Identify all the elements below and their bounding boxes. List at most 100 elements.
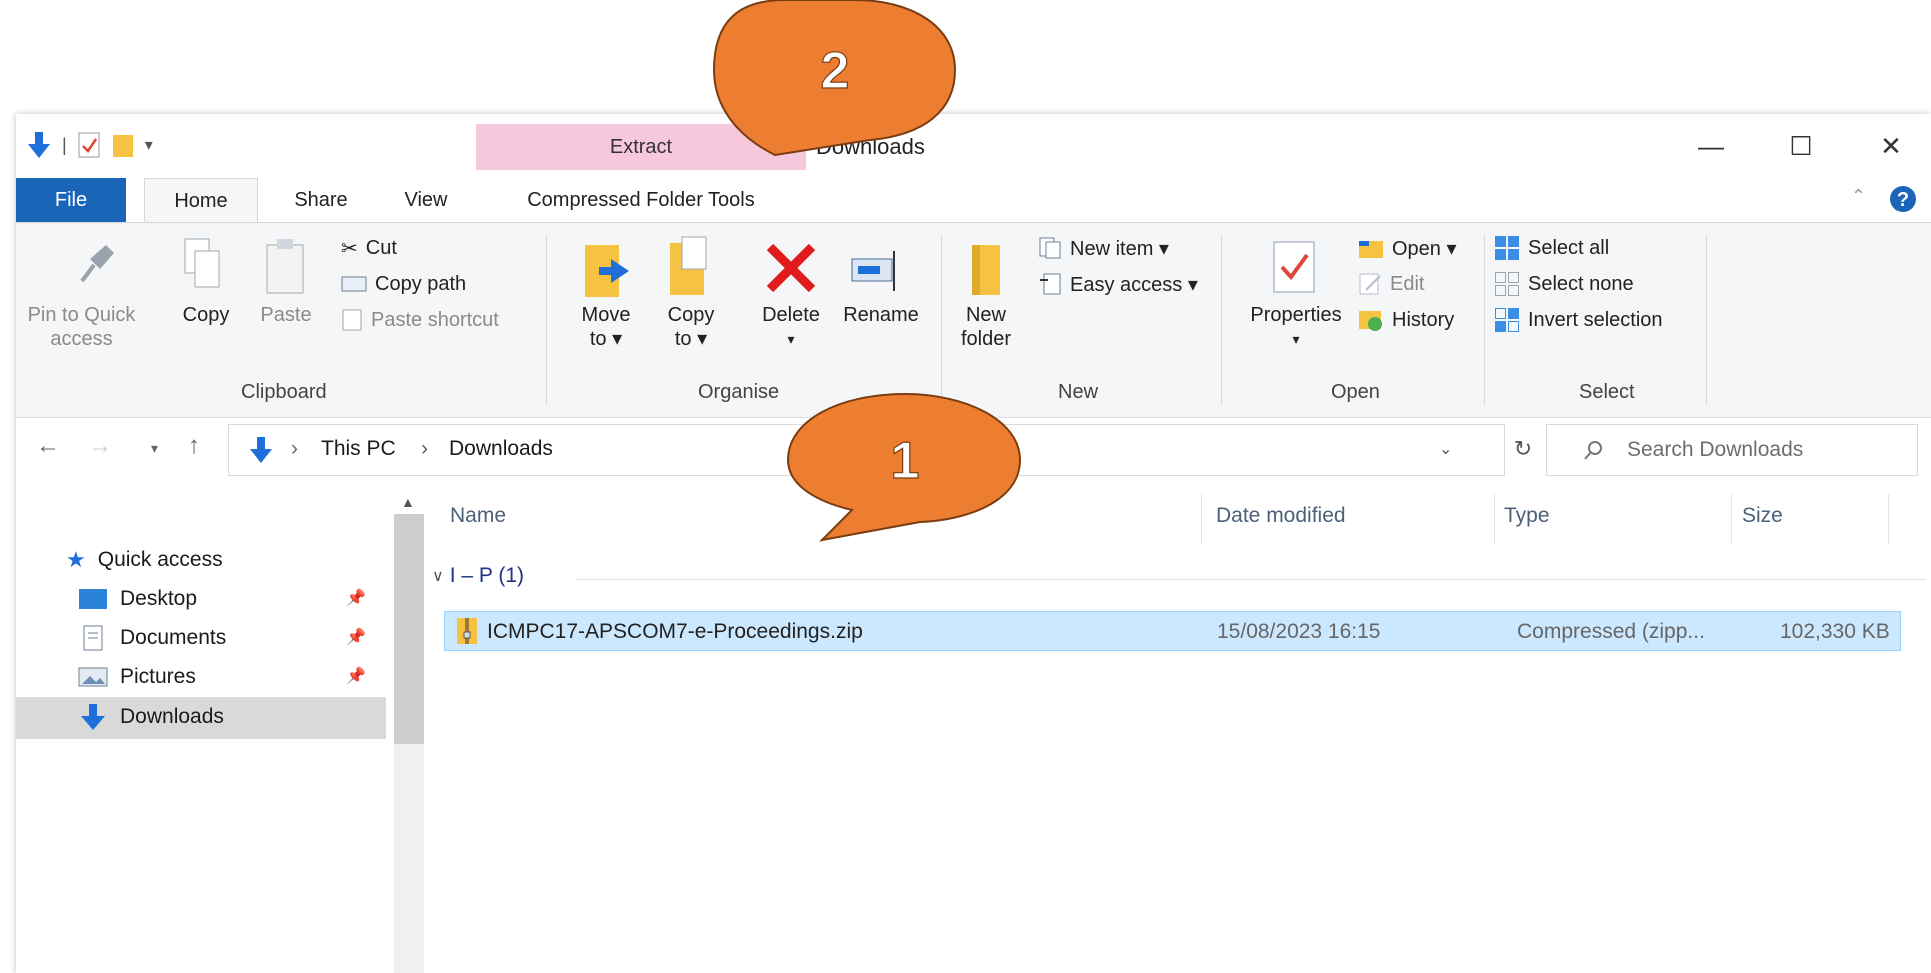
nav-label: Pictures <box>120 665 196 688</box>
open-button[interactable]: Open ▾ <box>1358 233 1457 263</box>
breadcrumb-separator: › <box>291 437 298 460</box>
address-dropdown-icon[interactable]: ⌄ <box>1439 439 1452 459</box>
zip-folder-icon <box>457 618 477 644</box>
file-size: 102,330 KB <box>1780 620 1890 643</box>
select-all-button[interactable]: Select all <box>1494 233 1609 263</box>
breadcrumb-this-pc[interactable]: This PC <box>321 437 396 461</box>
copy-button[interactable]: Copy <box>176 303 236 327</box>
column-header-name[interactable]: Name <box>450 504 506 528</box>
pin-line2: access <box>50 328 113 350</box>
select-none-label: Select none <box>1528 272 1634 295</box>
edit-button[interactable]: Edit <box>1358 269 1424 299</box>
pin-line1: Pin to Quick <box>27 304 136 326</box>
delete-label: Delete <box>762 304 820 326</box>
ribbon: Pin to Quick access Copy Paste ✂ Cut Cop… <box>16 222 1931 418</box>
back-button[interactable]: ← <box>36 432 60 460</box>
new-item-button[interactable]: New item ▾ <box>1038 233 1169 263</box>
select-none-button[interactable]: Select none <box>1494 269 1634 299</box>
documents-icon <box>83 625 103 651</box>
rename-button[interactable]: Rename <box>836 303 926 327</box>
properties-icon <box>1273 241 1315 293</box>
column-header-size[interactable]: Size <box>1742 504 1783 528</box>
pin-to-quick-access-button[interactable]: Pin to Quick access <box>24 303 139 351</box>
maximize-button[interactable]: ☐ <box>1771 126 1831 166</box>
new-folder-icon[interactable] <box>111 131 135 159</box>
group-label: I – P (1) <box>449 564 525 587</box>
search-box[interactable]: Search Downloads <box>1546 424 1918 476</box>
properties-arrow: ▾ <box>1292 331 1300 347</box>
open-folder-icon <box>1359 241 1383 258</box>
move-to-button[interactable]: Move to ▾ <box>571 303 641 351</box>
delete-button[interactable]: Delete ▾ <box>751 303 831 351</box>
scroll-up-icon[interactable]: ▲ <box>401 494 415 510</box>
rename-icon <box>851 251 895 291</box>
column-divider[interactable] <box>1494 494 1495 544</box>
open-label: Open ▾ <box>1392 237 1457 260</box>
nav-item-documents[interactable]: Documents <box>78 618 226 658</box>
properties-label: Properties <box>1250 304 1342 326</box>
nav-scrollbar-thumb[interactable] <box>394 514 424 744</box>
tab-view[interactable]: View <box>386 178 466 222</box>
pin-icon[interactable]: 📌 <box>346 588 366 608</box>
copy-icon <box>184 238 220 288</box>
file-name: ICMPC17-APSCOM7-e-Proceedings.zip <box>487 620 863 643</box>
cut-button[interactable]: ✂ Cut <box>341 233 397 263</box>
download-arrow-icon[interactable] <box>26 130 52 160</box>
column-header-date[interactable]: Date modified <box>1216 504 1346 528</box>
column-divider[interactable] <box>1731 494 1732 544</box>
up-button[interactable]: ↑ <box>188 432 200 460</box>
group-header[interactable]: ∨ I – P (1) <box>432 564 524 588</box>
recent-locations-button[interactable]: ▾ <box>151 440 158 457</box>
callout-2: 2 <box>712 0 957 157</box>
column-header-type[interactable]: Type <box>1504 504 1550 528</box>
copy-to-line1: Copy <box>667 304 715 326</box>
ribbon-tabs: File Home Share View Compressed Folder T… <box>16 178 1931 224</box>
properties-check-icon[interactable] <box>77 131 101 159</box>
paste-shortcut-label: Paste shortcut <box>371 308 499 331</box>
minimize-button[interactable]: — <box>1681 126 1741 166</box>
ribbon-divider <box>941 235 942 405</box>
nav-item-pictures[interactable]: Pictures <box>78 657 196 697</box>
move-to-icon <box>585 245 629 297</box>
copy-to-button[interactable]: Copy to ▾ <box>656 303 726 351</box>
close-button[interactable]: ✕ <box>1861 126 1921 166</box>
new-folder-large-icon <box>972 245 1000 295</box>
clipboard-group-label: Clipboard <box>241 381 327 403</box>
column-divider[interactable] <box>1888 494 1889 544</box>
callout-1-label: 1 <box>891 432 920 490</box>
breadcrumb-downloads[interactable]: Downloads <box>449 437 553 461</box>
nav-item-quick-access[interactable]: ★ Quick access <box>66 540 223 580</box>
tab-file[interactable]: File <box>16 178 126 222</box>
new-folder-line2: folder <box>960 328 1012 350</box>
star-icon: ★ <box>66 547 86 572</box>
downloads-icon <box>81 704 105 730</box>
column-divider[interactable] <box>1201 494 1202 544</box>
nav-item-desktop[interactable]: Desktop <box>78 579 197 619</box>
table-row[interactable]: ICMPC17-APSCOM7-e-Proceedings.zip 15/08/… <box>444 611 1901 651</box>
new-folder-button[interactable]: New folder <box>946 303 1026 351</box>
easy-access-button[interactable]: Easy access ▾ <box>1038 269 1198 299</box>
copy-to-line2: to ▾ <box>674 328 708 350</box>
copy-path-button[interactable]: Copy path <box>341 269 466 299</box>
nav-item-downloads[interactable]: Downloads <box>78 697 224 737</box>
help-icon[interactable]: ? <box>1888 184 1918 214</box>
paste-shortcut-button[interactable]: Paste shortcut <box>341 305 499 335</box>
tab-compressed-folder-tools[interactable]: Compressed Folder Tools <box>491 178 791 222</box>
collapse-ribbon-icon[interactable]: ⌃ <box>1851 186 1866 207</box>
history-button[interactable]: History <box>1358 305 1454 335</box>
pin-icon[interactable]: 📌 <box>346 666 366 686</box>
paste-button[interactable]: Paste <box>256 303 316 327</box>
easy-access-icon <box>1040 273 1061 295</box>
easy-access-label: Easy access ▾ <box>1070 273 1198 296</box>
edit-icon <box>1359 273 1381 295</box>
breadcrumb-separator: › <box>421 437 428 460</box>
move-line1: Move <box>581 304 631 326</box>
pin-icon[interactable]: 📌 <box>346 627 366 647</box>
tab-share[interactable]: Share <box>276 178 366 222</box>
properties-button[interactable]: Properties ▾ <box>1241 303 1351 351</box>
customize-qat-icon[interactable]: ▾ <box>145 135 153 155</box>
tab-home[interactable]: Home <box>144 178 258 224</box>
refresh-icon[interactable]: ↻ <box>1503 424 1543 474</box>
forward-button[interactable]: → <box>88 432 112 460</box>
invert-selection-button[interactable]: Invert selection <box>1494 305 1663 335</box>
